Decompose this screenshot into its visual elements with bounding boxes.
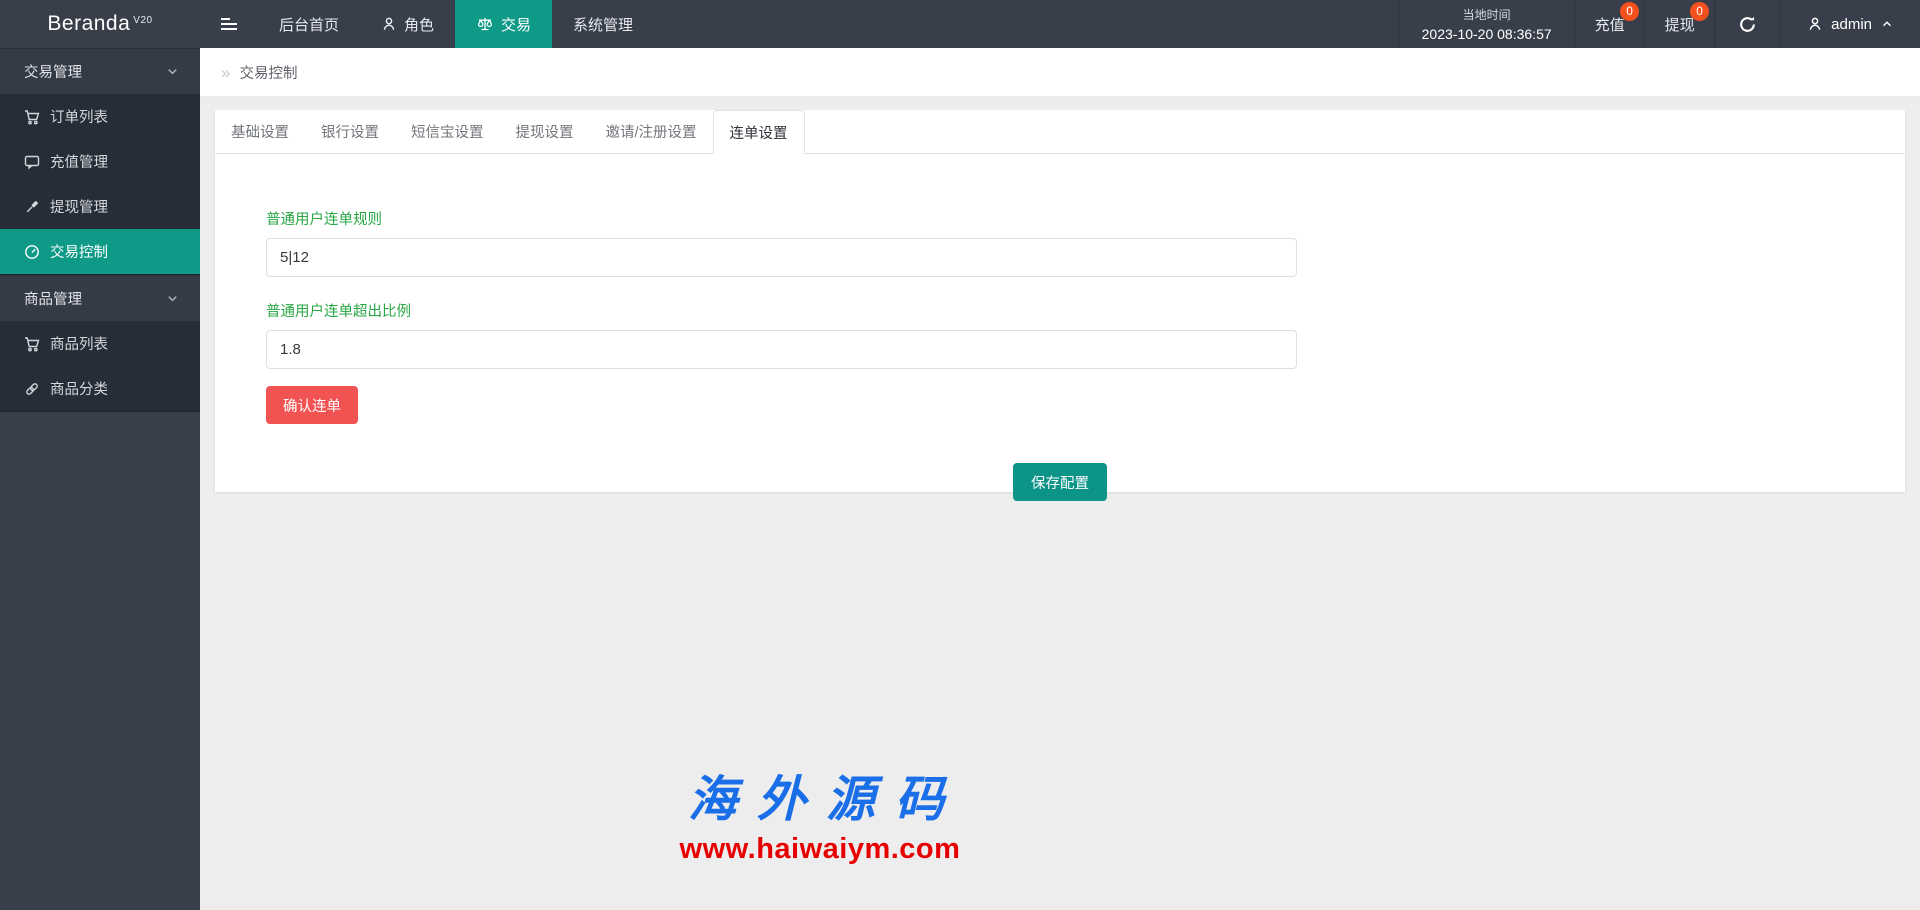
nav-item-system[interactable]: 系统管理 [552, 0, 654, 48]
breadcrumb-arrow-icon [221, 64, 230, 81]
group-label: 交易管理 [24, 61, 82, 82]
group-label: 商品管理 [24, 288, 82, 309]
nav-label: 系统管理 [573, 14, 633, 35]
sidebar-item-order-list[interactable]: 订单列表 [0, 94, 200, 139]
chevron-up-icon [1880, 17, 1894, 31]
sidebar-item-withdraw-mgmt[interactable]: 提现管理 [0, 184, 200, 229]
gavel-icon [24, 199, 40, 215]
sidebar-submenu-goods: 商品列表 商品分类 [0, 321, 200, 412]
refresh-button[interactable] [1714, 0, 1780, 48]
watermark-url: www.haiwaiym.com [676, 833, 964, 866]
tab-withdraw-settings[interactable]: 提现设置 [500, 110, 590, 153]
chain-ratio-input[interactable] [266, 330, 1297, 369]
withdraw-label: 提现 [1665, 14, 1695, 35]
app-logo: Beranda V20 [0, 0, 200, 48]
menu-label: 提现管理 [50, 196, 108, 217]
sidebar-toggle-button[interactable] [200, 0, 258, 48]
sidebar-item-goods-list[interactable]: 商品列表 [0, 321, 200, 366]
withdraw-badge: 0 [1690, 2, 1709, 21]
top-nav: 后台首页 角色 交易 系统管理 [258, 0, 654, 48]
local-time-value: 2023-10-20 08:36:57 [1422, 26, 1552, 42]
watermark-title: 海外源码 [676, 760, 964, 831]
chain-rule-label: 普通用户连单规则 [266, 208, 1905, 229]
tab-basic-settings[interactable]: 基础设置 [215, 110, 305, 153]
chain-order-form: 普通用户连单规则 普通用户连单超出比例 确认连单 [215, 154, 1905, 424]
recharge-label: 充值 [1595, 14, 1625, 35]
sidebar-group-trade[interactable]: 交易管理 [0, 48, 200, 94]
app-version: V20 [133, 15, 152, 26]
nav-label: 交易 [501, 14, 531, 35]
recharge-badge: 0 [1620, 2, 1639, 21]
topbar-right: 当地时间 2023-10-20 08:36:57 充值 0 提现 0 [1398, 0, 1920, 48]
form-field: 普通用户连单超出比例 [266, 300, 1905, 369]
menu-label: 充值管理 [50, 151, 108, 172]
message-icon [24, 154, 40, 170]
save-row: 保存配置 [215, 463, 1905, 501]
refresh-icon [1738, 15, 1757, 34]
chain-ratio-label: 普通用户连单超出比例 [266, 300, 1905, 321]
person-icon [1807, 16, 1823, 32]
sidebar-item-recharge-mgmt[interactable]: 充值管理 [0, 139, 200, 184]
tab-chain-order-settings[interactable]: 连单设置 [713, 110, 805, 154]
main-content: 交易控制 基础设置 银行设置 短信宝设置 提现设置 邀请/注册设置 连单设置 普… [200, 48, 1920, 910]
hamburger-icon [220, 16, 238, 32]
gauge-icon [24, 244, 40, 260]
local-time: 当地时间 2023-10-20 08:36:57 [1398, 0, 1574, 48]
chain-rule-input[interactable] [266, 238, 1297, 277]
watermark: 海外源码 www.haiwaiym.com [676, 760, 964, 866]
sidebar: 交易管理 订单列表 充值管理 [0, 48, 200, 910]
sidebar-group-goods[interactable]: 商品管理 [0, 275, 200, 321]
nav-item-dashboard[interactable]: 后台首页 [258, 0, 360, 48]
username: admin [1831, 16, 1872, 33]
form-field: 普通用户连单规则 [266, 208, 1905, 277]
settings-card: 基础设置 银行设置 短信宝设置 提现设置 邀请/注册设置 连单设置 普通用户连单… [215, 110, 1905, 492]
tab-invite-register-settings[interactable]: 邀请/注册设置 [590, 110, 713, 153]
tab-smsbao-settings[interactable]: 短信宝设置 [395, 110, 500, 153]
nav-item-roles[interactable]: 角色 [360, 0, 455, 48]
scales-icon [476, 16, 494, 32]
nav-item-trade[interactable]: 交易 [455, 0, 552, 48]
chevron-down-icon [165, 64, 180, 79]
sidebar-item-goods-category[interactable]: 商品分类 [0, 366, 200, 411]
save-config-button[interactable]: 保存配置 [1013, 463, 1107, 501]
local-time-label: 当地时间 [1463, 6, 1511, 23]
settings-tabs: 基础设置 银行设置 短信宝设置 提现设置 邀请/注册设置 连单设置 [215, 110, 1905, 154]
menu-label: 商品列表 [50, 333, 108, 354]
user-menu[interactable]: admin [1780, 0, 1920, 48]
link-icon [24, 381, 40, 397]
app-name: Beranda [47, 12, 130, 36]
breadcrumb: 交易控制 [200, 48, 1920, 97]
person-icon [381, 16, 397, 32]
topbar: Beranda V20 后台首页 角色 [0, 0, 1920, 48]
page-title: 交易控制 [239, 62, 297, 83]
nav-label: 角色 [404, 14, 434, 35]
sidebar-submenu-trade: 订单列表 充值管理 提现管理 交易控制 [0, 94, 200, 275]
recharge-button[interactable]: 充值 0 [1574, 0, 1644, 48]
withdraw-button[interactable]: 提现 0 [1644, 0, 1714, 48]
nav-label: 后台首页 [279, 14, 339, 35]
sidebar-item-trade-control[interactable]: 交易控制 [0, 229, 200, 274]
confirm-chain-order-button[interactable]: 确认连单 [266, 386, 358, 424]
tab-bank-settings[interactable]: 银行设置 [305, 110, 395, 153]
cart-icon [24, 336, 40, 352]
chevron-down-icon [165, 291, 180, 306]
cart-icon [24, 109, 40, 125]
menu-label: 商品分类 [50, 378, 108, 399]
menu-label: 交易控制 [50, 241, 108, 262]
menu-label: 订单列表 [50, 106, 108, 127]
